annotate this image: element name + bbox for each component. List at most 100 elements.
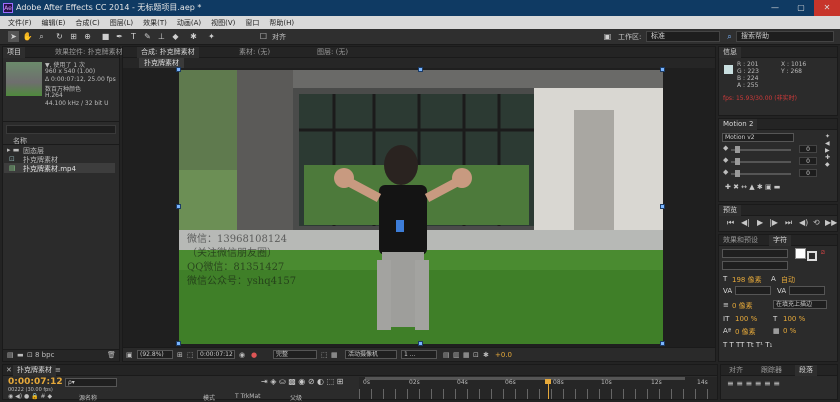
tab-project[interactable]: 项目 [3,47,25,58]
tab-composition[interactable]: 合成: 扑克牌素材 [137,47,199,58]
safe-zones-icon[interactable]: ⊞ [177,351,183,359]
menu-edit[interactable]: 编辑(E) [37,18,71,28]
motion-tools-icons[interactable]: ✚ ✖ ↔ ▲ ✱ ▣ ▬ [725,183,780,191]
tab-preview[interactable]: 预览 [719,205,741,216]
font-size-value[interactable]: 198 像素 [732,275,762,285]
motion-slider-2[interactable] [731,158,791,165]
type-tool-icon[interactable]: T [128,31,139,42]
menu-file[interactable]: 文件(F) [3,18,37,28]
roi-icon[interactable]: ⬚ [321,351,328,359]
eraser-tool-icon[interactable]: ◆ [170,31,181,42]
motion-value-2[interactable]: 0 [799,157,817,165]
trash-icon[interactable]: 🗑 [107,351,116,359]
project-item-footage[interactable]: 扑克牌素材.mp4 [23,164,76,174]
close-tab-icon[interactable]: ✕ [6,366,12,374]
clone-stamp-tool-icon[interactable]: ⊥ [156,31,167,42]
vertical-scale-value[interactable]: 100 % [735,315,757,323]
motion-preset-select[interactable]: Motion v2 [722,133,794,142]
pan-behind-tool-icon[interactable]: ⊕ [82,31,93,42]
baseline-shift-value[interactable]: 0 像素 [735,327,756,337]
flowchart-icon[interactable]: ⊡ [473,351,479,359]
panel-menu-icon[interactable]: ≡ [55,366,61,374]
folder-expand-icon[interactable]: ▸ ▬ [7,146,19,154]
play-icon[interactable]: ▶ [757,218,763,227]
fill-color-swatch[interactable] [795,248,806,259]
menu-help[interactable]: 帮助(H) [264,18,299,28]
stroke-color-swatch[interactable] [807,251,817,261]
search-icon[interactable]: ⌕ [724,31,735,42]
exposure-icon[interactable]: ✱ [483,351,489,359]
time-ruler[interactable]: 0s 02s 04s 06s 08s 10s 12s 14s [359,377,717,399]
workspace-select[interactable]: 标准 [646,31,720,42]
transform-handle[interactable] [418,341,423,346]
hand-tool-icon[interactable]: ✋ [22,31,33,42]
transparency-grid-icon[interactable]: ▦ [331,351,338,359]
new-folder-icon[interactable]: ▬ [17,351,24,359]
menu-composition[interactable]: 合成(C) [70,18,104,28]
project-search-input[interactable] [6,125,116,134]
current-time-field[interactable]: 0:00:07:12 [197,350,235,359]
tab-footage[interactable]: 素材: (无) [235,47,274,58]
audio-icon[interactable]: ◀) [799,218,808,227]
tab-paragraph[interactable]: 段落 [795,365,817,376]
snap-checkbox-icon[interactable]: ☐ [258,31,269,42]
transform-handle[interactable] [176,67,181,72]
transform-handle[interactable] [176,204,181,209]
tab-tracker[interactable]: 跟踪器 [757,365,786,376]
fast-preview-icon[interactable]: ▥ [453,351,460,359]
tab-effect-controls[interactable]: 效果控件: 扑克牌素材 [51,47,127,58]
rectangle-tool-icon[interactable]: ■ [100,31,111,42]
prev-frame-icon[interactable]: ◀| [741,218,750,227]
paragraph-align-icons[interactable]: ≡ ≡ ≡ ≡ ≡ ≡ [727,379,780,388]
tab-layer[interactable]: 图层: (无) [313,47,352,58]
bpc-label[interactable]: 8 bpc [35,351,54,359]
mode-header[interactable]: 模式 [203,393,215,402]
font-family-select[interactable] [722,249,788,258]
parent-header[interactable]: 父级 [290,393,302,402]
search-help-input[interactable]: 搜索帮助 [736,31,834,42]
transform-handle[interactable] [418,67,423,72]
magnification-select[interactable]: (92.8%) [137,350,173,359]
brush-tool-icon[interactable]: ✎ [142,31,153,42]
new-comp-icon[interactable]: ⊡ [27,351,33,359]
loop-icon[interactable]: ⟲ [813,218,820,227]
tab-align[interactable]: 对齐 [725,365,747,376]
tracking-select[interactable] [789,286,825,295]
motion-value-3[interactable]: 0 [799,169,817,177]
tab-timeline-comp[interactable]: 扑克牌素材 [13,365,56,376]
kerning-select[interactable] [735,286,771,295]
rotate-tool-icon[interactable]: ↻ [54,31,65,42]
pen-tool-icon[interactable]: ✒ [114,31,125,42]
next-frame-icon[interactable]: |▶ [769,218,778,227]
motion-value-1[interactable]: 0 [799,145,817,153]
puppet-tool-icon[interactable]: ✦ [206,31,217,42]
transform-handle[interactable] [660,204,665,209]
exposure-value[interactable]: +0.0 [495,351,512,359]
menu-window[interactable]: 窗口 [240,18,264,28]
maximize-button[interactable]: ▢ [788,0,814,16]
selection-tool-icon[interactable]: ➤ [8,31,19,42]
stroke-width-value[interactable]: 0 像素 [732,301,753,311]
snapshot-icon[interactable]: ◉ [239,351,245,359]
tab-character[interactable]: 字符 [769,235,791,246]
roto-brush-tool-icon[interactable]: ✱ [188,31,199,42]
font-style-select[interactable] [722,261,788,270]
zoom-tool-icon[interactable]: ⌕ [36,31,47,42]
comp-viewer[interactable]: 微信：13968108124 （关注微信朋友圈） QQ微信：81351427 微… [179,70,663,344]
channel-icon[interactable]: ● [251,351,257,359]
tab-info[interactable]: 信息 [719,47,741,58]
timeline-icon[interactable]: ▦ [463,351,470,359]
menu-effect[interactable]: 效果(T) [138,18,172,28]
menu-layer[interactable]: 图层(L) [105,18,138,28]
workspace-icon[interactable]: ▣ [602,31,613,42]
no-color-icon[interactable]: ⧄ [821,249,825,257]
timeline-switch-icons[interactable]: ⇥ ◈ ⛀ ▩ ◉ ⊘ ◐ ⬚ ⊞ [261,377,343,386]
motion-slider-3[interactable] [731,170,791,177]
timeline-search-input[interactable]: ρ▾ [65,378,117,387]
text-style-buttons[interactable]: T T TT Tt T¹ T₁ [723,341,772,349]
tab-motion[interactable]: Motion 2 [719,119,758,130]
last-frame-icon[interactable]: ⏭ [785,218,792,228]
minimize-button[interactable]: — [762,0,788,16]
stroke-style-select[interactable]: 在填充上描边 [773,300,827,309]
menu-view[interactable]: 视图(V) [206,18,240,28]
